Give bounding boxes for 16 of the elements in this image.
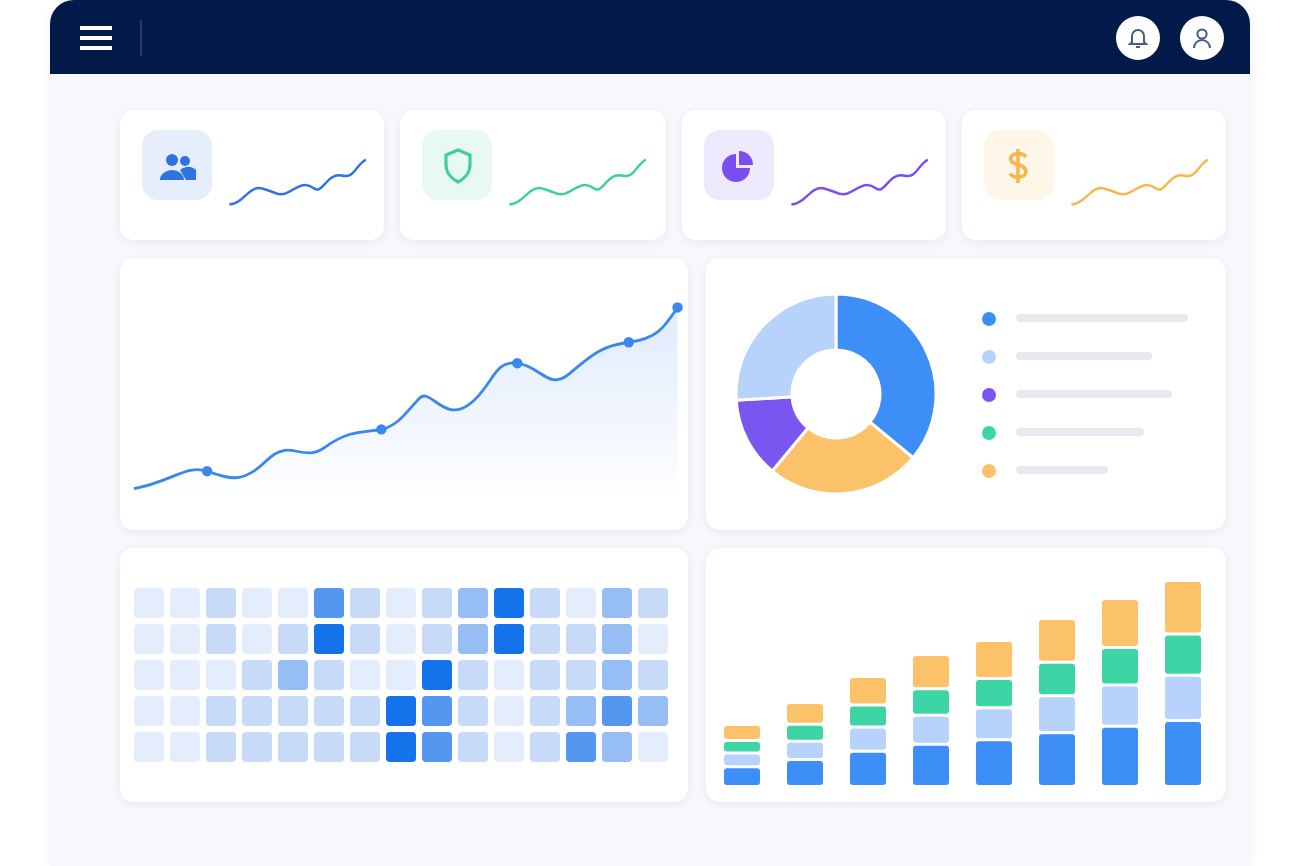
data-point [201, 465, 213, 477]
stacked-bar [850, 678, 886, 785]
data-point [512, 357, 523, 369]
bell-icon [1126, 25, 1150, 49]
menu-button[interactable] [80, 25, 112, 49]
stacked-bar [913, 656, 949, 785]
data-point [623, 337, 634, 348]
profile-button[interactable] [1180, 15, 1224, 59]
data-point [376, 424, 387, 435]
stacked-bar [724, 726, 760, 785]
data-point [672, 302, 683, 313]
stacked-bar [976, 642, 1012, 785]
user-icon [1190, 25, 1214, 49]
notifications-button[interactable] [1116, 15, 1160, 59]
menu-icon [80, 25, 112, 49]
stacked-bar [787, 704, 823, 785]
